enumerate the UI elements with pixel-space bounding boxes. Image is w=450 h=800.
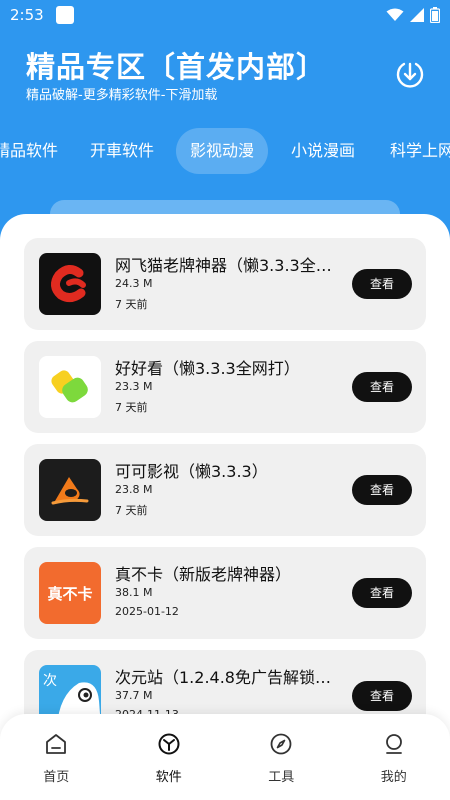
category-tabs: 精品软件 开車软件 影视动漫 小说漫画 科学上网 [0,128,450,174]
app-size: 23.3 M [115,380,153,393]
keke-icon [39,459,101,521]
profile-icon [385,734,402,754]
battery-icon [430,7,440,23]
list-item[interactable]: 网飞猫老牌神器（懒3.3.3全网打） 24.3 M 7 天前 查看 [24,238,426,330]
view-button[interactable]: 查看 [352,578,412,608]
download-icon [396,62,424,88]
view-button[interactable]: 查看 [352,681,412,711]
app-date: 7 天前 [115,298,148,311]
nav-label: 工具 [268,770,295,785]
download-button[interactable] [392,56,428,92]
app-size: 38.1 M [115,586,153,599]
app-size: 23.8 M [115,483,153,496]
app-name: 真不卡（新版老牌神器） [115,565,292,584]
tab-开車软件[interactable]: 开車软件 [76,128,168,174]
software-icon [158,733,180,755]
home-icon [46,734,67,754]
bottom-nav: 首页 软件 工具 我的 [0,714,450,800]
view-button[interactable]: 查看 [352,475,412,505]
tab-小说漫画[interactable]: 小说漫画 [277,128,369,174]
icon-label: 真不卡 [47,584,93,603]
page-title: 精品专区〔首发内部〕 [26,50,327,84]
list-item[interactable]: 好好看（懒3.3.3全网打） 23.3 M 7 天前 查看 [24,341,426,433]
haohaokan-icon [39,356,101,418]
app-list: 网飞猫老牌神器（懒3.3.3全网打） 24.3 M 7 天前 查看 好好看（懒3… [24,238,426,753]
status-bar: 2:53 [0,0,450,30]
status-indicators [386,7,440,23]
nav-item-profile[interactable]: 我的 [338,714,450,800]
view-button[interactable]: 查看 [352,372,412,402]
wifi-icon [386,8,404,21]
app-name: 好好看（懒3.3.3全网打） [115,359,300,378]
tab-科学上网[interactable]: 科学上网 [376,128,450,174]
zhenbuka-icon: 真不卡 [39,562,101,624]
app-date: 2025-01-12 [115,605,179,618]
nav-item-tools[interactable]: 工具 [225,714,338,800]
app-date: 7 天前 [115,401,148,414]
svg-text:次: 次 [43,673,57,689]
nav-label: 软件 [155,770,182,785]
nav-item-software[interactable]: 软件 [113,714,226,800]
app-name: 可可影视（懒3.3.3） [115,462,268,481]
app-size: 24.3 M [115,277,153,290]
tab-精品软件[interactable]: 精品软件 [0,128,72,174]
page-subtitle: 精品破解-更多精彩软件-下滑加载 [26,88,218,103]
compass-icon [270,733,292,755]
app-date: 7 天前 [115,504,148,517]
netflix-cat-icon [39,253,101,315]
list-item[interactable]: 可可影视（懒3.3.3） 23.8 M 7 天前 查看 [24,444,426,536]
nav-item-home[interactable]: 首页 [0,714,113,800]
list-item[interactable]: 真不卡 真不卡（新版老牌神器） 38.1 M 2025-01-12 查看 [24,547,426,639]
status-time: 2:53 [10,6,44,24]
app-name: 网飞猫老牌神器（懒3.3.3全网打） [115,256,335,275]
nav-label: 首页 [43,770,70,785]
tab-影视动漫[interactable]: 影视动漫 [176,128,269,174]
signal-icon [410,8,424,22]
nav-label: 我的 [380,770,407,785]
notification-icon [55,6,74,24]
app-size: 37.7 M [115,689,153,702]
view-button[interactable]: 查看 [352,269,412,299]
app-name: 次元站（1.2.4.8免广告解锁会员） [115,668,335,687]
